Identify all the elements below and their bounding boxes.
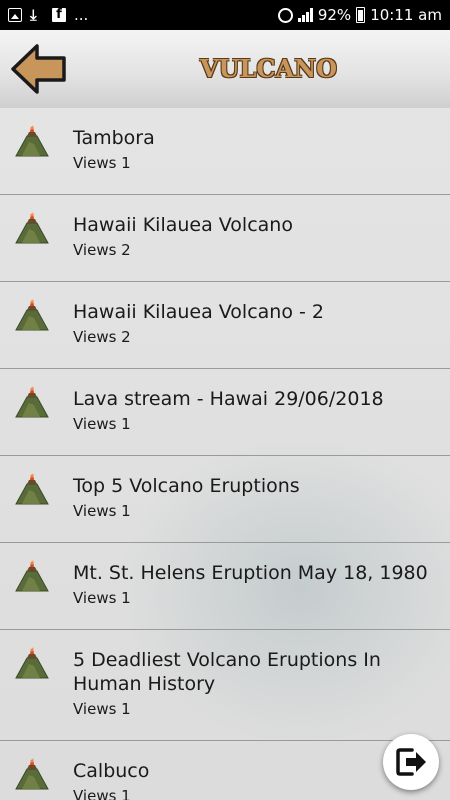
volcano-icon — [14, 755, 50, 791]
list-item-views: Views 1 — [73, 787, 131, 800]
volcano-icon — [14, 470, 50, 506]
volcano-icon — [14, 209, 50, 245]
volcano-icon — [14, 122, 50, 158]
list-item[interactable]: Mt. St. Helens Eruption May 18, 1980 View… — [0, 543, 450, 630]
list-item[interactable]: Lava stream - Hawai 29/06/2018 Views 1 — [0, 369, 450, 456]
battery-icon — [356, 7, 366, 23]
video-list: Tambora Views 1 Hawaii Kilauea Volcano Vie… — [0, 108, 450, 800]
status-bar-system: 92% 10:11 am — [277, 6, 442, 24]
volcano-icon — [14, 383, 50, 419]
exit-icon — [396, 748, 426, 776]
signal-icon — [297, 8, 313, 22]
list-item-title: Top 5 Volcano Eruptions — [73, 475, 300, 497]
volcano-icon — [14, 557, 50, 593]
page-title: VULCANO — [200, 54, 337, 83]
download-icon: ⤓ — [30, 6, 37, 24]
list-item-views: Views 1 — [73, 700, 131, 718]
exit-button[interactable] — [383, 734, 439, 790]
clock: 10:11 am — [370, 6, 442, 24]
image-icon — [8, 8, 22, 22]
list-item-views: Views 1 — [73, 154, 131, 172]
list-item[interactable]: Hawaii Kilauea Volcano Views 2 — [0, 195, 450, 282]
list-item-views: Views 1 — [73, 502, 131, 520]
app-header: VULCANO — [0, 30, 450, 108]
list-item[interactable]: Top 5 Volcano Eruptions Views 1 — [0, 456, 450, 543]
notification-overflow: ... — [74, 6, 89, 24]
list-item-title: Mt. St. Helens Eruption May 18, 1980 — [73, 562, 428, 584]
volcano-icon — [14, 644, 50, 680]
list-item-title: Hawaii Kilauea Volcano — [73, 214, 293, 236]
list-item-title: Tambora — [73, 127, 155, 149]
facebook-icon: f — [52, 8, 66, 22]
list-item[interactable]: Tambora Views 1 — [0, 108, 450, 195]
list-item-title: Hawaii Kilauea Volcano - 2 — [73, 301, 324, 323]
list-item[interactable]: Calbuco Views 1 — [0, 741, 450, 800]
list-item-views: Views 2 — [73, 328, 131, 346]
list-item-views: Views 1 — [73, 415, 131, 433]
volcano-icon — [14, 296, 50, 332]
list-item-views: Views 1 — [73, 589, 131, 607]
battery-percent: 92% — [317, 6, 352, 24]
list-item-title: Lava stream - Hawai 29/06/2018 — [73, 388, 384, 410]
status-bar: ⤓ f ... 92% 10:11 am — [0, 0, 450, 30]
list-item-title: Calbuco — [73, 760, 150, 782]
list-item[interactable]: Hawaii Kilauea Volcano - 2 Views 2 — [0, 282, 450, 369]
list-item-views: Views 2 — [73, 241, 131, 259]
alarm-icon — [277, 7, 293, 23]
list-item[interactable]: 5 Deadliest Volcano Eruptions In Human H… — [0, 630, 450, 741]
list-item-title: 5 Deadliest Volcano Eruptions In Human H… — [73, 649, 381, 695]
status-bar-notifications: ⤓ f ... — [8, 6, 88, 24]
